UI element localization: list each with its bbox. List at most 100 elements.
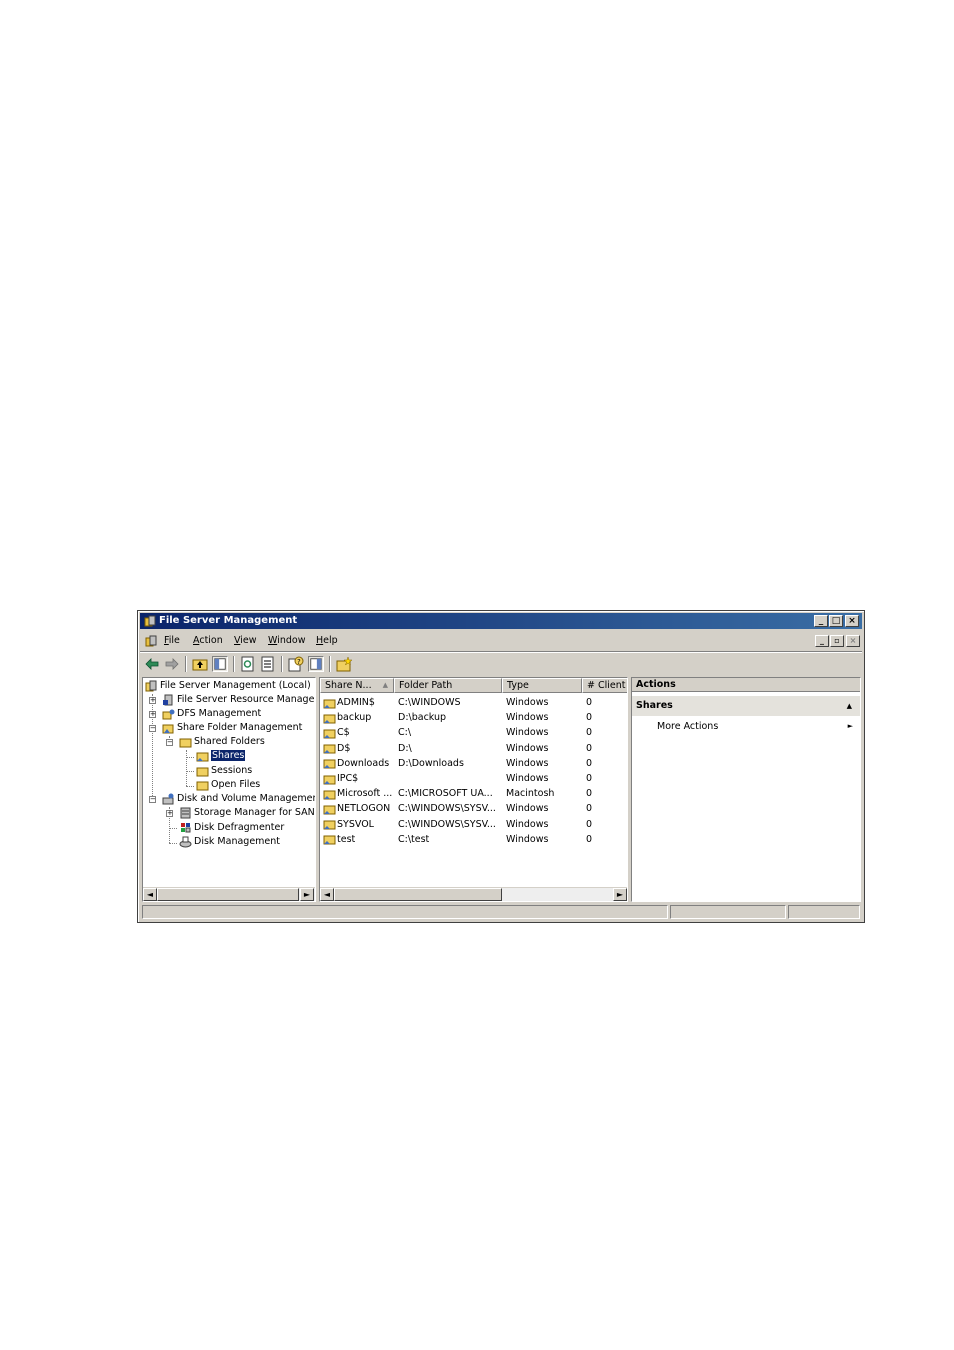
collapse-section-icon[interactable]: ▲ xyxy=(847,696,852,716)
table-row[interactable]: C$ C:\ Windows 0 xyxy=(320,725,627,740)
table-row[interactable]: D$ D:\ Windows 0 xyxy=(320,741,627,756)
file-server-icon xyxy=(144,615,156,627)
column-header-type[interactable]: Type xyxy=(502,678,582,693)
share-name-cell: SYSVOL xyxy=(323,817,393,832)
expand-toggle[interactable]: + xyxy=(149,697,156,704)
back-arrow-icon[interactable] xyxy=(144,656,160,672)
share-name: backup xyxy=(337,712,372,724)
menu-window[interactable]: Window xyxy=(268,635,305,646)
collapse-toggle[interactable]: − xyxy=(149,796,156,803)
table-row[interactable]: SYSVOL C:\WINDOWS\SYSV... Windows 0 xyxy=(320,817,627,832)
folder-path-cell: C:\WINDOWS\SYSV... xyxy=(398,818,496,830)
tree-item-open-files[interactable]: Open Files xyxy=(196,778,260,792)
dfs-icon xyxy=(162,709,175,720)
tree-item-sessions[interactable]: Sessions xyxy=(196,764,252,778)
expand-toggle[interactable]: + xyxy=(149,711,156,718)
up-folder-icon[interactable] xyxy=(192,656,208,672)
shared-folder-icon xyxy=(323,699,336,708)
tree-item-disk-defragmenter[interactable]: Disk Defragmenter xyxy=(179,821,284,835)
table-row[interactable]: backup D:\backup Windows 0 xyxy=(320,710,627,725)
tree-item-share-folder-management[interactable]: Share Folder Management xyxy=(162,721,302,735)
mdi-restore-button[interactable]: ▫ xyxy=(830,635,844,647)
client-count-cell: 0 xyxy=(586,727,593,739)
table-row[interactable]: ADMIN$ C:\WINDOWS Windows 0 xyxy=(320,695,627,710)
tree-connector xyxy=(169,828,177,829)
status-bar xyxy=(140,904,862,920)
table-row[interactable]: Microsoft ... C:\MICROSOFT UA... Macintosh… xyxy=(320,786,627,801)
svg-text:?: ? xyxy=(297,658,301,666)
toolbar-separator xyxy=(233,656,235,672)
console-tree-pane[interactable]: File Server Management (Local) + File Se… xyxy=(142,677,316,902)
scroll-thumb[interactable] xyxy=(157,888,299,901)
mdi-minimize-button[interactable]: _ xyxy=(815,635,829,647)
tree-item-dfs-management[interactable]: DFS Management xyxy=(162,707,261,721)
folder-path-cell: C:\WINDOWS\SYSV... xyxy=(398,803,496,815)
tree-item-root[interactable]: File Server Management (Local) xyxy=(145,679,311,693)
shared-folder-icon xyxy=(323,744,336,754)
tree-connector xyxy=(169,843,177,844)
forward-arrow-icon[interactable] xyxy=(164,656,180,672)
table-row[interactable]: Downloads D:\Downloads Windows 0 xyxy=(320,756,627,771)
menu-file[interactable]: File xyxy=(164,635,180,646)
sort-ascending-icon: ▲ xyxy=(382,681,388,689)
tree-item-shares[interactable]: Shares xyxy=(196,749,247,763)
scroll-left-button[interactable]: ◄ xyxy=(320,888,334,901)
tree-item-disk-and-volume-management[interactable]: Disk and Volume Management xyxy=(162,792,315,806)
actions-section-shares[interactable]: Shares ▲ xyxy=(632,696,860,716)
tree-item-shared-folders[interactable]: Shared Folders xyxy=(179,735,265,749)
disk-defragmenter-icon xyxy=(181,823,191,833)
scroll-thumb[interactable] xyxy=(334,888,502,901)
list-horizontal-scrollbar[interactable]: ◄ ► xyxy=(320,887,627,901)
client-count-cell: 0 xyxy=(586,788,593,800)
share-name: C$ xyxy=(337,727,350,739)
show-hide-tree-icon[interactable] xyxy=(212,656,228,672)
table-row[interactable]: test C:\test Windows 0 xyxy=(320,832,627,847)
tree-connector xyxy=(186,757,194,758)
close-button[interactable]: × xyxy=(845,615,859,627)
shared-folder-icon xyxy=(323,805,336,815)
table-row[interactable]: NETLOGON C:\WINDOWS\SYSV... Windows 0 xyxy=(320,801,627,816)
shares-folder-icon xyxy=(196,752,209,762)
type-cell: Windows xyxy=(506,833,549,845)
title-bar[interactable]: File Server Management _ □ × xyxy=(140,613,862,629)
scroll-right-button[interactable]: ► xyxy=(300,888,314,901)
folder-path-cell: C:\WINDOWS xyxy=(398,697,461,708)
column-header-share-name[interactable]: Share N... ▲ xyxy=(320,678,394,693)
export-list-icon[interactable] xyxy=(260,656,276,672)
menu-help[interactable]: Help xyxy=(316,635,338,646)
show-hide-action-pane-icon[interactable] xyxy=(308,656,324,672)
menu-action[interactable]: Action xyxy=(193,635,223,646)
refresh-icon[interactable] xyxy=(240,656,256,672)
file-server-icon xyxy=(145,680,157,692)
console-icon[interactable] xyxy=(144,634,158,648)
client-count-cell: 0 xyxy=(586,773,593,784)
share-name: test xyxy=(337,833,356,845)
tree-item-disk-management[interactable]: Disk Management xyxy=(179,835,280,849)
scroll-right-button[interactable]: ► xyxy=(613,888,627,901)
toolbar-separator xyxy=(281,656,283,672)
maximize-button[interactable]: □ xyxy=(829,615,843,627)
expand-toggle[interactable]: + xyxy=(166,810,173,817)
scroll-left-button[interactable]: ◄ xyxy=(143,888,157,901)
tree-horizontal-scrollbar[interactable]: ◄ ► xyxy=(143,887,315,901)
share-name: NETLOGON xyxy=(337,803,391,815)
column-header-client-connections[interactable]: # Client C xyxy=(582,678,627,693)
folder-path-cell: D:\backup xyxy=(398,712,447,724)
collapse-toggle[interactable]: − xyxy=(149,725,156,732)
toolbar-separator xyxy=(185,656,187,672)
action-more-actions[interactable]: More Actions ► xyxy=(657,721,857,732)
minimize-button[interactable]: _ xyxy=(814,615,828,627)
help-icon[interactable]: ? xyxy=(288,656,304,672)
tree-item-storage-manager-for-sans[interactable]: Storage Manager for SANs xyxy=(179,806,315,820)
collapse-toggle[interactable]: − xyxy=(166,739,173,746)
mdi-close-button[interactable]: × xyxy=(846,635,860,647)
new-share-icon[interactable] xyxy=(336,656,352,672)
table-row[interactable]: IPC$ Windows 0 xyxy=(320,771,627,786)
tree-connector xyxy=(186,786,194,787)
tree-item-file-server-resource-manager[interactable]: File Server Resource Manager xyxy=(162,693,315,707)
menu-view[interactable]: View xyxy=(234,635,257,646)
column-header-folder-path[interactable]: Folder Path xyxy=(394,678,502,693)
open-files-folder-icon xyxy=(196,781,209,791)
client-count-cell: 0 xyxy=(586,818,593,830)
shares-list-pane[interactable]: Share N... ▲ Folder Path Type # Client C… xyxy=(319,677,628,902)
